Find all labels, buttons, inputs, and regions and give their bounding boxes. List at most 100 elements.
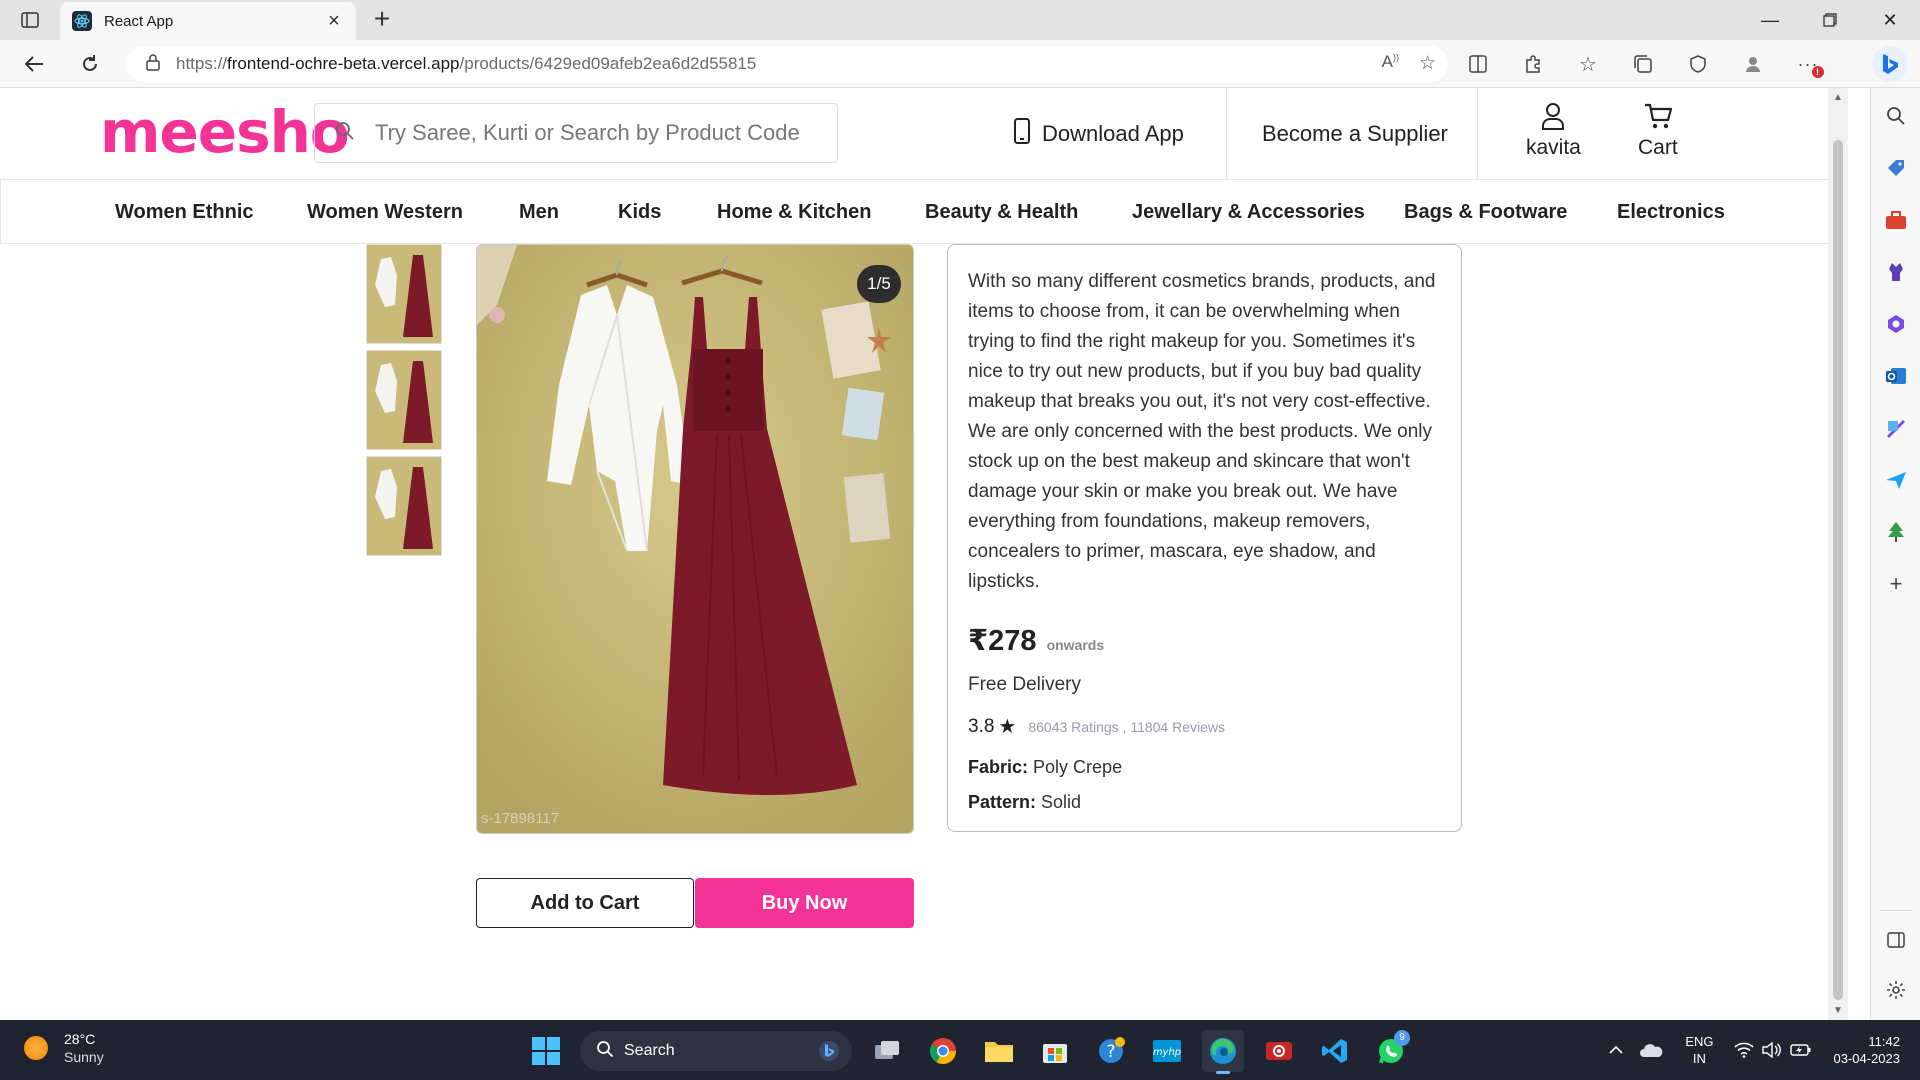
battery-icon[interactable] bbox=[1789, 1043, 1812, 1057]
add-to-cart-button[interactable]: Add to Cart bbox=[476, 878, 694, 928]
onedrive-icon[interactable] bbox=[1639, 1042, 1663, 1058]
chrome-icon[interactable] bbox=[922, 1030, 964, 1072]
back-icon[interactable] bbox=[20, 50, 48, 78]
tab-title: React App bbox=[104, 12, 174, 30]
bing-chat-icon[interactable] bbox=[1872, 46, 1908, 82]
search-input[interactable] bbox=[375, 120, 815, 146]
category-jewellary-accessories[interactable]: Jewellary & Accessories bbox=[1132, 180, 1365, 244]
page-scrollbar[interactable]: ▲ ▼ bbox=[1828, 88, 1848, 1020]
shopping-tag-icon[interactable] bbox=[1884, 156, 1908, 180]
games-icon[interactable] bbox=[1884, 260, 1908, 284]
get-help-icon[interactable]: ? bbox=[1090, 1030, 1132, 1072]
profile-label: kavita bbox=[1526, 136, 1581, 159]
lock-icon[interactable] bbox=[146, 53, 160, 76]
pattern-value: Solid bbox=[1041, 792, 1082, 812]
scroll-up-icon[interactable]: ▲ bbox=[1832, 92, 1844, 103]
dress-thumbnail-image bbox=[367, 351, 441, 449]
windows-start-icon[interactable] bbox=[526, 1031, 566, 1071]
add-favorite-icon[interactable]: ☆ bbox=[1419, 52, 1436, 75]
microsoft-store-icon[interactable] bbox=[1034, 1030, 1076, 1072]
product-thumbnail[interactable] bbox=[366, 350, 442, 450]
profile-icon[interactable] bbox=[1739, 50, 1767, 78]
address-bar-actions: A)) ☆ bbox=[1382, 52, 1436, 75]
svg-text:myhp: myhp bbox=[1153, 1047, 1181, 1058]
tab-actions-icon[interactable] bbox=[16, 8, 44, 32]
header-divider bbox=[1226, 88, 1227, 180]
language-indicator[interactable]: ENG IN bbox=[1685, 1033, 1713, 1067]
region-code: IN bbox=[1692, 1051, 1706, 1066]
sidebar-settings-icon[interactable] bbox=[1884, 978, 1908, 1002]
restore-icon[interactable] bbox=[1800, 0, 1860, 40]
product-main-image[interactable]: 1/5 s-17898117 bbox=[476, 244, 914, 834]
tools-briefcase-icon[interactable] bbox=[1884, 208, 1908, 232]
rating-row: 3.8 ★ 86043 Ratings , 11804 Reviews bbox=[968, 714, 1441, 739]
scroll-down-icon[interactable]: ▼ bbox=[1832, 1005, 1844, 1016]
close-window-icon[interactable]: ✕ bbox=[1860, 0, 1920, 40]
send-icon[interactable] bbox=[1884, 468, 1908, 492]
browser-essentials-icon[interactable] bbox=[1684, 50, 1712, 78]
settings-more-icon[interactable]: ···! bbox=[1794, 50, 1824, 78]
address-bar[interactable]: https://frontend-ochre-beta.vercel.app/p… bbox=[126, 46, 1448, 82]
download-app-link[interactable]: Download App bbox=[1014, 88, 1184, 180]
url-host: frontend-ochre-beta.vercel.app bbox=[227, 54, 460, 73]
add-icon[interactable]: + bbox=[1884, 571, 1908, 596]
url-path: /products/6429ed09afeb2ea6d2d55815 bbox=[459, 54, 757, 73]
star-icon: ★ bbox=[998, 716, 1017, 738]
tab-react-app[interactable]: React App × bbox=[60, 2, 356, 40]
svg-text:?: ? bbox=[1106, 1042, 1115, 1062]
dress-photo bbox=[477, 245, 913, 833]
screen-recorder-icon[interactable] bbox=[1258, 1030, 1300, 1072]
extensions-icon[interactable] bbox=[1519, 50, 1547, 78]
taskbar-search[interactable]: Search bbox=[580, 1031, 852, 1071]
edge-icon[interactable] bbox=[1202, 1030, 1244, 1074]
search-bar[interactable] bbox=[314, 103, 838, 163]
meesho-logo[interactable]: meesho bbox=[100, 98, 350, 166]
dress-thumbnail-image bbox=[367, 457, 441, 555]
file-explorer-icon[interactable] bbox=[978, 1030, 1020, 1072]
become-supplier-link[interactable]: Become a Supplier bbox=[1262, 88, 1448, 180]
category-bags-footware[interactable]: Bags & Footware bbox=[1404, 180, 1567, 244]
cart-button[interactable]: Cart bbox=[1638, 102, 1678, 160]
close-tab-icon[interactable]: × bbox=[324, 10, 344, 33]
price-suffix: onwards bbox=[1046, 637, 1105, 653]
system-clock[interactable]: 11:42 03-04-2023 bbox=[1834, 1033, 1901, 1067]
toolbar-icons: ☆ ···! bbox=[1464, 50, 1824, 78]
hide-sidebar-icon[interactable] bbox=[1884, 928, 1908, 952]
delivery-info: Free Delivery bbox=[968, 674, 1081, 695]
product-thumbnail[interactable] bbox=[366, 244, 442, 344]
category-home-kitchen[interactable]: Home & Kitchen bbox=[717, 180, 871, 244]
clock-date: 03-04-2023 bbox=[1833, 1051, 1901, 1066]
wifi-icon[interactable] bbox=[1733, 1042, 1754, 1058]
buy-now-button[interactable]: Buy Now bbox=[695, 878, 914, 928]
category-women-western[interactable]: Women Western bbox=[307, 180, 463, 244]
split-screen-icon[interactable] bbox=[1464, 50, 1492, 78]
refresh-icon[interactable] bbox=[76, 50, 104, 78]
category-beauty-health[interactable]: Beauty & Health bbox=[925, 180, 1078, 244]
product-thumbnail[interactable] bbox=[366, 456, 442, 556]
minimize-icon[interactable]: — bbox=[1740, 0, 1800, 40]
scroll-thumb[interactable] bbox=[1833, 140, 1843, 1000]
show-hidden-icons-icon[interactable] bbox=[1609, 1045, 1623, 1055]
profile-button[interactable]: kavita bbox=[1526, 102, 1581, 160]
read-aloud-icon[interactable]: A)) bbox=[1382, 52, 1399, 75]
drop-icon[interactable] bbox=[1884, 416, 1908, 440]
vscode-icon[interactable] bbox=[1314, 1030, 1356, 1072]
task-view-icon[interactable] bbox=[866, 1030, 908, 1072]
category-men[interactable]: Men bbox=[519, 180, 559, 244]
category-women-ethnic[interactable]: Women Ethnic bbox=[115, 180, 254, 244]
whatsapp-icon[interactable]: 9 bbox=[1370, 1030, 1412, 1072]
weather-widget[interactable]: 28°C Sunny bbox=[24, 1030, 104, 1066]
outlook-icon[interactable] bbox=[1884, 364, 1908, 388]
category-electronics[interactable]: Electronics bbox=[1617, 180, 1725, 244]
collections-icon[interactable] bbox=[1629, 50, 1657, 78]
site-header: meesho Download App Become a Supplier ka… bbox=[0, 88, 1828, 180]
tree-icon[interactable] bbox=[1884, 520, 1908, 544]
favorites-icon[interactable]: ☆ bbox=[1574, 50, 1602, 78]
hp-smart-icon[interactable]: myhp bbox=[1146, 1030, 1188, 1072]
microsoft-365-icon[interactable] bbox=[1884, 312, 1908, 336]
search-icon[interactable] bbox=[1884, 104, 1908, 128]
window-controls: — ✕ bbox=[1740, 0, 1920, 40]
new-tab-icon[interactable]: + bbox=[368, 5, 396, 34]
category-kids[interactable]: Kids bbox=[618, 180, 661, 244]
volume-icon[interactable] bbox=[1761, 1042, 1782, 1058]
